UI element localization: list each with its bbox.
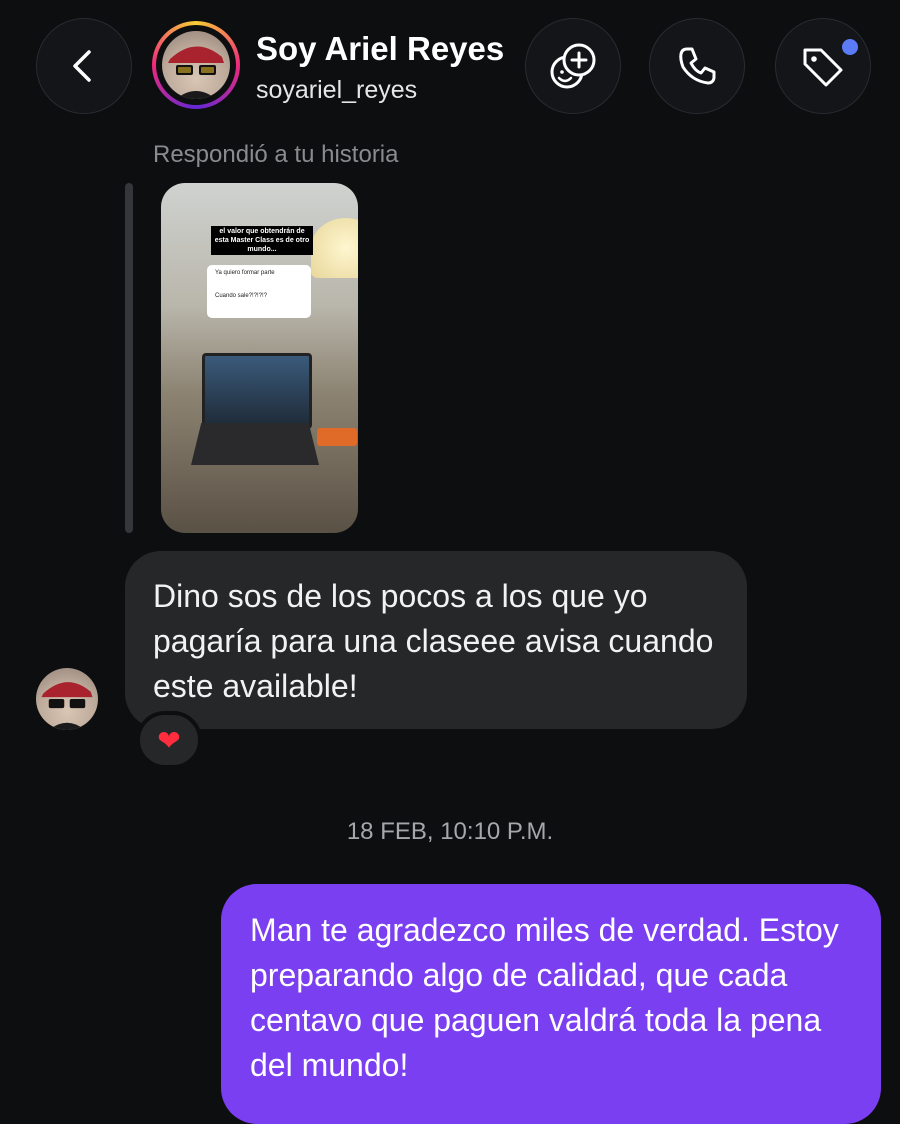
- emoji-add-icon: [550, 43, 596, 89]
- chat-header: Soy Ariel Reyes soyariel_reyes: [0, 0, 900, 130]
- laptop-screen: [202, 353, 312, 429]
- laptop-base: [191, 423, 319, 465]
- tag-button[interactable]: [775, 18, 871, 114]
- contact-display-name[interactable]: Soy Ariel Reyes: [256, 30, 504, 68]
- story-card-option: Ya quiero formar parte: [215, 270, 275, 276]
- reply-indicator-bar: [125, 183, 133, 533]
- effects-button[interactable]: [525, 18, 621, 114]
- phone-icon: [679, 47, 716, 85]
- lamp-shade: [311, 218, 358, 278]
- call-button[interactable]: [649, 18, 745, 114]
- contact-avatar[interactable]: [152, 21, 240, 109]
- story-thumbnail[interactable]: el valor que obtendrán de esta Master Cl…: [161, 183, 358, 533]
- contact-username[interactable]: soyariel_reyes: [256, 76, 417, 105]
- orange-device: [317, 428, 357, 446]
- avatar-image: [162, 31, 230, 99]
- story-question-card: Ya quiero formar parte Cuando sale?!?!?!…: [207, 265, 311, 318]
- contact-avatar-small[interactable]: [36, 668, 98, 730]
- story-card-option: Cuando sale?!?!?!?: [215, 293, 268, 299]
- heart-reaction[interactable]: ❤: [136, 711, 202, 769]
- tag-icon: [803, 48, 843, 87]
- story-reply-label: Respondió a tu historia: [153, 141, 399, 168]
- back-button[interactable]: [36, 18, 132, 114]
- outgoing-message[interactable]: Man te agradezco miles de verdad. Estoy …: [221, 884, 881, 1124]
- message-timestamp: 18 FEB, 10:10 P.M.: [346, 818, 554, 845]
- incoming-message[interactable]: Dino sos de los pocos a los que yo pagar…: [125, 551, 747, 729]
- story-caption: el valor que obtendrán de esta Master Cl…: [211, 226, 313, 255]
- notification-dot: [842, 39, 858, 55]
- chevron-left-icon: [73, 50, 91, 82]
